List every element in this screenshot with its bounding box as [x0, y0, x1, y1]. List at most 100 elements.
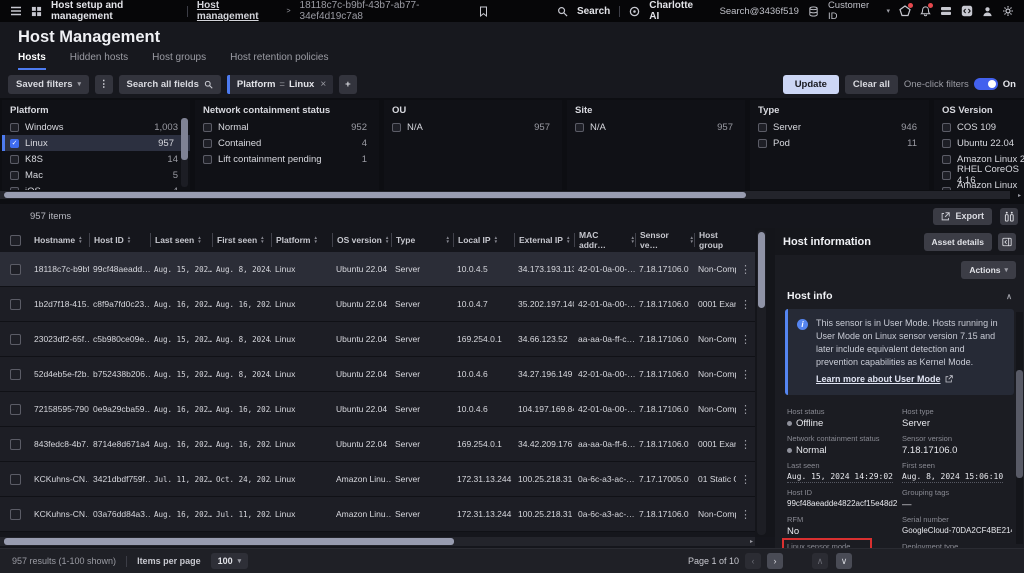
checkbox[interactable] — [392, 122, 401, 132]
row-actions-kebab[interactable]: ⋮ — [736, 473, 755, 486]
checkbox[interactable] — [10, 154, 19, 164]
table-vertical-scrollbar[interactable] — [757, 230, 766, 535]
checkbox[interactable] — [203, 154, 212, 164]
app-switcher-icon[interactable] — [31, 6, 42, 17]
facet-option-na[interactable]: N/A 957 — [384, 119, 562, 135]
checkbox[interactable] — [942, 138, 951, 148]
clear-all-button[interactable]: Clear all — [844, 74, 898, 94]
facet-option-lift-containment-pending[interactable]: Lift containment pending 1 — [195, 151, 379, 167]
next-page-button[interactable]: › — [767, 553, 784, 569]
sort-icon[interactable]: ▲ ▼ — [127, 235, 131, 244]
facet-horizontal-scrollbar[interactable] — [0, 191, 1010, 199]
saved-filters-button[interactable]: Saved filters ▾ — [8, 74, 90, 94]
facet-option-ios[interactable]: iOS 4 — [2, 183, 190, 190]
sort-icon[interactable]: ▲ ▼ — [494, 235, 498, 244]
facet-option-pod[interactable]: Pod 11 — [750, 135, 929, 151]
row-actions-kebab[interactable]: ⋮ — [736, 333, 755, 346]
checkbox[interactable] — [575, 122, 584, 132]
column-settings-button[interactable] — [1000, 207, 1018, 225]
previous-record-button[interactable]: ∧ — [812, 553, 828, 569]
search-all-fields-button[interactable]: Search all fields — [118, 74, 221, 94]
search-icon[interactable] — [557, 6, 568, 17]
facet-option-na[interactable]: N/A 957 — [567, 119, 745, 135]
column-header-type[interactable]: Type ▲ ▼ — [391, 233, 453, 247]
table-horizontal-scrollbar[interactable]: ▸ — [0, 537, 755, 546]
row-checkbox[interactable] — [9, 263, 21, 275]
scroll-right-arrow-icon[interactable]: ▸ — [1018, 192, 1021, 199]
filter-chip-platform-linux[interactable]: Platform = Linux × — [226, 74, 334, 94]
facet-option-windows[interactable]: Windows 1,003 — [2, 119, 190, 135]
one-click-filters-toggle[interactable] — [973, 78, 998, 90]
checkbox[interactable] — [942, 122, 951, 132]
hamburger-menu-icon[interactable] — [10, 5, 22, 17]
checkbox[interactable] — [10, 186, 19, 190]
facet-option-cos-109[interactable]: COS 109 — [934, 119, 1024, 135]
add-filter-button[interactable]: + — [339, 74, 357, 94]
table-row[interactable]: 843fedc8-4b7… 8714e8d671a4… Aug. 16, 202… — [0, 427, 755, 462]
checkbox[interactable] — [203, 122, 212, 132]
tab-hosts[interactable]: Hosts — [18, 52, 46, 70]
scrollbar-thumb[interactable] — [758, 232, 765, 308]
sort-icon[interactable]: ▲ ▼ — [78, 235, 82, 244]
checkbox[interactable] — [942, 154, 951, 164]
charlotte-ai-label[interactable]: Charlotte AI — [649, 0, 701, 22]
column-header-first-seen[interactable]: First seen ▲ ▼ — [212, 233, 271, 247]
row-actions-kebab[interactable]: ⋮ — [736, 368, 755, 381]
chevron-down-icon[interactable]: ▾ — [886, 7, 890, 15]
checkbox[interactable] — [942, 170, 951, 180]
row-actions-kebab[interactable]: ⋮ — [736, 438, 755, 451]
column-header-last-seen[interactable]: Last seen ▲ ▼ — [150, 233, 212, 247]
facet-option-normal[interactable]: Normal 952 — [195, 119, 379, 135]
expand-panel-button[interactable] — [998, 232, 1016, 251]
checkbox[interactable] — [942, 186, 951, 190]
tab-hidden-hosts[interactable]: Hidden hosts — [70, 52, 128, 70]
table-row[interactable]: 1b2d7f18-415… c8f9a7fd0c23… Aug. 16, 202… — [0, 287, 755, 322]
previous-page-button[interactable]: ‹ — [745, 553, 762, 569]
row-actions-kebab[interactable]: ⋮ — [736, 263, 755, 276]
facet-option-mac[interactable]: Mac 5 — [2, 167, 190, 183]
tab-host-retention-policies[interactable]: Host retention policies — [230, 52, 328, 70]
row-checkbox[interactable] — [9, 508, 21, 520]
notifications-bell-icon[interactable] — [920, 3, 933, 17]
row-checkbox[interactable] — [9, 403, 21, 415]
sort-icon[interactable]: ▲ ▼ — [566, 235, 570, 244]
scrollbar-thumb[interactable] — [4, 538, 454, 545]
column-header-sensor-version[interactable]: Sensor ve… ▲ ▼ — [635, 230, 694, 250]
row-checkbox[interactable] — [9, 438, 21, 450]
checkbox[interactable] — [10, 122, 19, 132]
scrollbar-thumb[interactable] — [4, 192, 746, 198]
panel-scrollbar[interactable] — [1016, 312, 1023, 544]
actions-button[interactable]: Actions ▾ — [961, 261, 1016, 279]
filter-options-kebab-button[interactable]: ⋮ — [95, 74, 113, 94]
column-header-mac-address[interactable]: MAC addr… ▲ ▼ — [574, 230, 635, 250]
row-actions-kebab[interactable]: ⋮ — [736, 508, 755, 521]
asset-details-button[interactable]: Asset details — [923, 232, 992, 251]
row-checkbox[interactable] — [9, 298, 21, 310]
checkbox-checked[interactable]: ✓ — [10, 138, 19, 148]
host-info-section-header[interactable]: Host info ∧ — [775, 285, 1024, 307]
column-header-local-ip[interactable]: Local IP ▲ ▼ — [453, 233, 514, 247]
row-actions-kebab[interactable]: ⋮ — [736, 403, 755, 416]
column-header-host-group[interactable]: Host group — [694, 230, 736, 250]
update-button[interactable]: Update — [782, 74, 839, 94]
facet-option-server[interactable]: Server 946 — [750, 119, 929, 135]
table-row[interactable]: 23023df2-65f… c5b980ce09e… Aug. 15, 202…… — [0, 322, 755, 357]
table-row[interactable]: 72158595-790… 0e9a29cba59… Aug. 16, 202…… — [0, 392, 755, 427]
global-search-label[interactable]: Search — [577, 6, 610, 17]
facet-option-amazon-linux-2023[interactable]: Amazon Linux 202 — [934, 180, 1024, 190]
database-icon[interactable] — [808, 5, 819, 17]
sort-icon[interactable]: ▲ ▼ — [260, 235, 264, 244]
column-header-host-id[interactable]: Host ID ▲ ▼ — [89, 233, 150, 247]
facet-scrollbar[interactable] — [181, 118, 188, 187]
customer-id-label[interactable]: Customer ID — [828, 0, 878, 22]
table-row[interactable]: 18118c7c-b9bf… 99cf48aeadd… Aug. 15, 202… — [0, 252, 755, 287]
sort-icon[interactable]: ▲ ▼ — [446, 235, 450, 244]
chip-remove-icon[interactable]: × — [320, 79, 326, 90]
collapse-section-icon[interactable]: ∧ — [1006, 292, 1012, 301]
checkbox[interactable] — [10, 170, 19, 180]
api-code-icon[interactable] — [961, 5, 973, 17]
facet-option-ubuntu-2204[interactable]: Ubuntu 22.04 — [934, 135, 1024, 151]
checkbox[interactable] — [758, 122, 767, 132]
column-header-hostname[interactable]: Hostname ▲ ▼ — [30, 233, 89, 247]
scroll-right-arrow-icon[interactable]: ▸ — [750, 538, 753, 545]
